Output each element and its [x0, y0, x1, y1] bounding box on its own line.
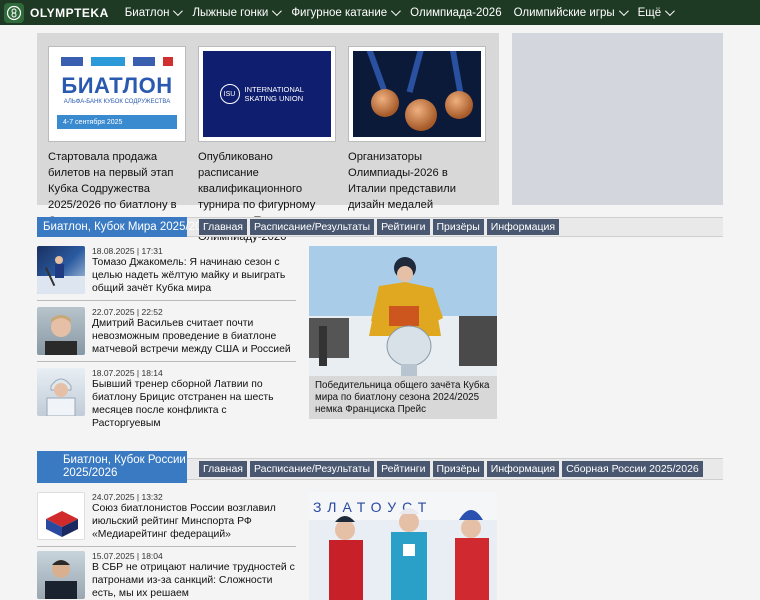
chevron-down-icon [272, 6, 283, 17]
news-headline[interactable]: Бывший тренер сборной Латвии по биатлону… [92, 378, 298, 430]
biathlon-poster-image: БИАТЛОН АЛЬФА-БАНК КУБОК СОДРУЖЕСТВА 4-7… [53, 51, 181, 137]
tab-ratings[interactable]: Рейтинги [377, 461, 430, 477]
news-thumbnail[interactable] [37, 551, 85, 599]
news-headline[interactable]: Томазо Джакомель: Я начинаю сезон с цель… [92, 256, 298, 295]
news-date: 24.07.2025 | 13:32 [92, 492, 163, 502]
featured-card[interactable]: Организаторы Олимпиады-2026 в Италии пре… [348, 46, 486, 213]
chevron-down-icon [391, 6, 402, 17]
tab-home[interactable]: Главная [199, 461, 247, 477]
biathlete-photo [309, 246, 497, 376]
section-title-line: 2025/2026 [63, 466, 118, 479]
nav-olympic-games[interactable]: Олимпийские игры [513, 6, 629, 19]
featured-card[interactable]: ISU INTERNATIONAL SKATING UNION Опублико… [198, 46, 336, 245]
chevron-down-icon [173, 6, 184, 17]
medals-image [353, 51, 481, 137]
feature-photo[interactable]: ЗЛАТОУСТ [309, 492, 497, 600]
poster-dates: 4-7 сентября 2025 [57, 115, 177, 129]
top-nav: OLYMPTEKA Биатлон Лыжные гонки Фигурное … [0, 0, 760, 25]
tab-home[interactable]: Главная [199, 219, 247, 235]
poster-title: БИАТЛОН [61, 73, 173, 98]
poster-subtitle: АЛЬФА-БАНК КУБОК СОДРУЖЕСТВА [63, 99, 171, 105]
tab-russia-team[interactable]: Сборная России 2025/2026 [562, 461, 703, 477]
nav-label: Фигурное катание [291, 6, 388, 19]
section-header: Биатлон, Кубок Мира 2025/2026 Главная Ра… [37, 217, 723, 237]
nav-more[interactable]: Ещё [637, 6, 676, 19]
featured-news: БИАТЛОН АЛЬФА-БАНК КУБОК СОДРУЖЕСТВА 4-7… [37, 33, 499, 243]
section-tabs: Главная Расписание/Результаты Рейтинги П… [199, 461, 706, 477]
podium-photo: ЗЛАТОУСТ [309, 492, 497, 600]
photo-caption[interactable]: Победительница общего зачёта Кубка мира … [309, 376, 497, 419]
news-date: 22.07.2025 | 22:52 [92, 307, 163, 317]
nav-biathlon[interactable]: Биатлон [124, 6, 184, 19]
news-headline[interactable]: Дмитрий Васильев считает почти невозможн… [92, 317, 298, 356]
featured-title[interactable]: Организаторы Олимпиады-2026 в Италии пре… [348, 149, 486, 213]
olympic-logo-icon[interactable] [4, 2, 24, 23]
news-thumbnail[interactable] [37, 246, 85, 294]
chevron-down-icon [618, 6, 629, 17]
tab-medalists[interactable]: Призёры [432, 219, 484, 235]
divider [37, 300, 296, 301]
ad-banner[interactable] [512, 33, 723, 205]
news-headline[interactable]: В СБР не отрицают наличие трудностей с п… [92, 561, 298, 600]
section-tabs: Главная Расписание/Результаты Рейтинги П… [199, 219, 562, 235]
divider [37, 361, 296, 362]
featured-card[interactable]: БИАТЛОН АЛЬФА-БАНК КУБОК СОДРУЖЕСТВА 4-7… [48, 46, 186, 229]
news-date: 18.08.2025 | 17:31 [92, 246, 163, 256]
news-date: 15.07.2025 | 18:04 [92, 551, 163, 561]
nav-figure-skating[interactable]: Фигурное катание [291, 6, 402, 19]
isu-logo-text: INTERNATIONAL SKATING UNION [244, 85, 304, 103]
nav-label: Лыжные гонки [192, 6, 269, 19]
featured-image[interactable]: БИАТЛОН АЛЬФА-БАНК КУБОК СОДРУЖЕСТВА 4-7… [48, 46, 186, 142]
nav-label: Олимпийские игры [513, 6, 615, 19]
nav-ski-racing[interactable]: Лыжные гонки [192, 6, 283, 19]
tab-medalists[interactable]: Призёры [432, 461, 484, 477]
news-thumbnail[interactable] [37, 368, 85, 416]
featured-image[interactable] [348, 46, 486, 142]
isu-logo-image: ISU INTERNATIONAL SKATING UNION [203, 51, 331, 137]
tab-schedule[interactable]: Расписание/Результаты [249, 219, 375, 235]
tab-info[interactable]: Информация [486, 219, 560, 235]
nav-label: Ещё [637, 6, 662, 19]
chevron-down-icon [665, 6, 676, 17]
news-date: 18.07.2025 | 18:14 [92, 368, 163, 378]
divider [37, 546, 296, 547]
section-title-line: Биатлон, Кубок России [63, 453, 186, 466]
brand-name[interactable]: OLYMPTEKA [30, 6, 109, 20]
news-thumbnail[interactable] [37, 492, 85, 540]
news-thumbnail[interactable] [37, 307, 85, 355]
tab-schedule[interactable]: Расписание/Результаты [249, 461, 375, 477]
nav-label: Олимпиада-2026 [410, 6, 502, 19]
tab-info[interactable]: Информация [486, 461, 560, 477]
section-title[interactable]: Биатлон, Кубок России 2025/2026 [37, 450, 187, 483]
section-title[interactable]: Биатлон, Кубок Мира 2025/2026 [37, 217, 214, 237]
section-header: Биатлон, Кубок России 2025/2026 Главная … [37, 450, 723, 483]
feature-photo[interactable] [309, 246, 497, 376]
nav-olympics-2026[interactable]: Олимпиада-2026 [410, 7, 501, 19]
nav-label: Биатлон [124, 6, 170, 19]
featured-image[interactable]: ISU INTERNATIONAL SKATING UNION [198, 46, 336, 142]
news-headline[interactable]: Союз биатлонистов России возглавил июльс… [92, 502, 298, 541]
tab-ratings[interactable]: Рейтинги [377, 219, 430, 235]
